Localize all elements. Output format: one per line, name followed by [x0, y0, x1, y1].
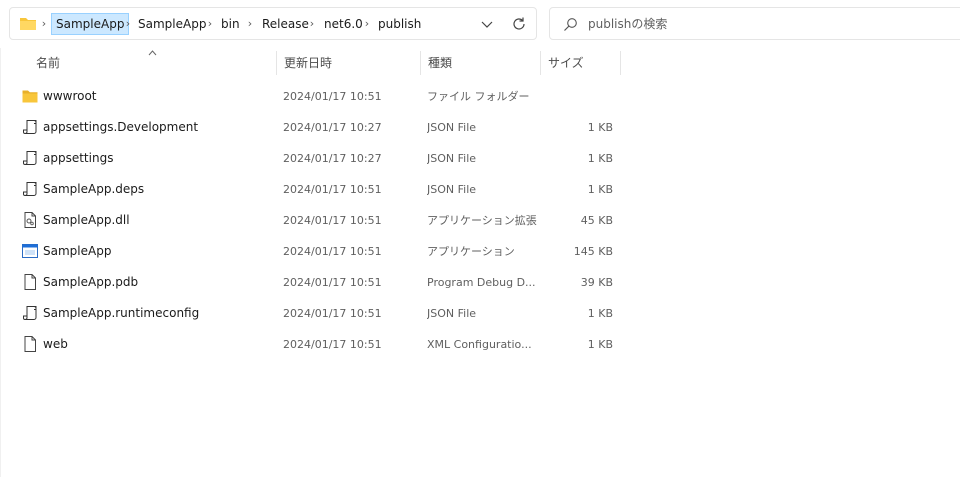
folder-icon	[20, 18, 36, 30]
dll-file-icon	[24, 212, 36, 228]
list-item[interactable]: SampleApp.runtimeconfig 2024/01/17 10:51…	[16, 298, 620, 329]
chevron-right-icon[interactable]: ›	[306, 16, 318, 32]
file-type: JSON File	[427, 152, 477, 165]
file-type: アプリケーション	[427, 245, 515, 258]
column-headers: 名前 更新日時 種類 サイズ	[0, 48, 960, 78]
refresh-icon[interactable]	[510, 15, 528, 33]
chevron-right-icon[interactable]: ›	[38, 16, 50, 32]
file-name: appsettings	[43, 151, 114, 165]
json-file-icon	[23, 120, 37, 135]
file-size: 145 KB	[573, 245, 613, 258]
file-date: 2024/01/17 10:51	[283, 90, 382, 103]
file-type: ファイル フォルダー	[427, 90, 530, 103]
file-date: 2024/01/17 10:51	[283, 307, 382, 320]
file-type: JSON File	[427, 307, 477, 320]
file-size: 45 KB	[580, 214, 613, 227]
file-date: 2024/01/17 10:27	[283, 121, 382, 134]
breadcrumb-item[interactable]: net6.0	[320, 13, 367, 35]
json-file-icon	[23, 151, 37, 166]
application-icon	[22, 244, 38, 258]
file-size: 39 KB	[580, 276, 613, 289]
file-type: アプリケーション拡張	[427, 214, 537, 227]
blank-file-icon	[24, 336, 36, 352]
file-type: Program Debug D...	[427, 276, 536, 289]
chevron-right-icon[interactable]: ›	[122, 16, 134, 32]
file-date: 2024/01/17 10:27	[283, 152, 382, 165]
breadcrumb-item[interactable]: SampleApp	[51, 13, 130, 35]
file-name: SampleApp	[43, 244, 112, 258]
pane-divider	[0, 48, 1, 477]
file-name: wwwroot	[43, 89, 97, 103]
chevron-right-icon[interactable]: ›	[361, 16, 373, 32]
blank-file-icon	[24, 274, 36, 290]
breadcrumb-item-current[interactable]: publish	[374, 13, 425, 35]
file-type: JSON File	[427, 121, 477, 134]
column-divider[interactable]	[620, 51, 621, 75]
file-type: JSON File	[427, 183, 477, 196]
list-item[interactable]: SampleApp.dll 2024/01/17 10:51 アプリケーション拡…	[16, 205, 620, 236]
breadcrumb-item[interactable]: Release	[258, 13, 313, 35]
column-header-name[interactable]: 名前	[28, 48, 276, 78]
list-item[interactable]: web 2024/01/17 10:51 XML Configuratio...…	[16, 329, 620, 360]
file-size: 1 KB	[587, 307, 613, 320]
file-name: web	[43, 337, 68, 351]
list-item[interactable]: appsettings.Development 2024/01/17 10:27…	[16, 112, 620, 143]
list-item[interactable]: SampleApp.deps 2024/01/17 10:51 JSON Fil…	[16, 174, 620, 205]
chevron-right-icon[interactable]: ›	[204, 16, 216, 32]
list-item[interactable]: wwwroot 2024/01/17 10:51 ファイル フォルダー	[16, 81, 620, 112]
file-name: SampleApp.deps	[43, 182, 145, 196]
file-date: 2024/01/17 10:51	[283, 214, 382, 227]
file-date: 2024/01/17 10:51	[283, 245, 382, 258]
search-box[interactable]	[549, 7, 960, 40]
file-size: 1 KB	[587, 121, 613, 134]
file-date: 2024/01/17 10:51	[283, 183, 382, 196]
chevron-down-icon[interactable]	[479, 16, 495, 32]
chevron-right-icon[interactable]: ›	[244, 16, 256, 32]
list-item[interactable]: appsettings 2024/01/17 10:27 JSON File 1…	[16, 143, 620, 174]
search-input[interactable]	[588, 14, 948, 34]
folder-icon	[22, 90, 38, 103]
file-size: 1 KB	[587, 152, 613, 165]
list-item[interactable]: SampleApp.pdb 2024/01/17 10:51 Program D…	[16, 267, 620, 298]
file-size: 1 KB	[587, 338, 613, 351]
json-file-icon	[23, 182, 37, 197]
breadcrumb-item[interactable]: bin	[217, 13, 244, 35]
json-file-icon	[23, 306, 37, 321]
file-size: 1 KB	[587, 183, 613, 196]
list-item[interactable]: SampleApp 2024/01/17 10:51 アプリケーション 145 …	[16, 236, 620, 267]
search-icon	[564, 18, 577, 31]
column-header-date[interactable]: 更新日時	[276, 48, 420, 78]
file-name: SampleApp.dll	[43, 213, 130, 227]
address-bar[interactable]: › SampleApp › SampleApp › bin › Release …	[9, 7, 537, 40]
column-header-type[interactable]: 種類	[420, 48, 540, 78]
file-date: 2024/01/17 10:51	[283, 276, 382, 289]
breadcrumb-item[interactable]: SampleApp	[134, 13, 210, 35]
file-name: SampleApp.pdb	[43, 275, 139, 289]
file-name: SampleApp.runtimeconfig	[43, 306, 200, 320]
file-name: appsettings.Development	[43, 120, 199, 134]
column-header-size[interactable]: サイズ	[540, 48, 620, 78]
file-type: XML Configuratio...	[427, 338, 532, 351]
file-date: 2024/01/17 10:51	[283, 338, 382, 351]
